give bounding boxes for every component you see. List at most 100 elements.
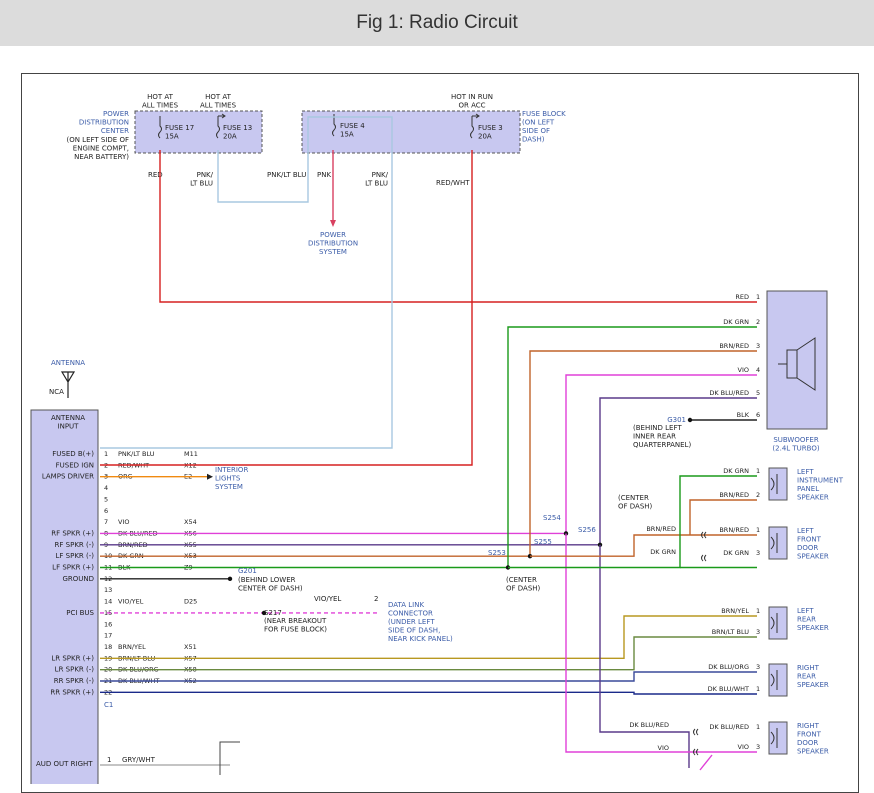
nca-label: NCA [49, 388, 64, 396]
subwoofer-wire-label: BRN/RED [719, 342, 749, 350]
subwoofer-wire-label: BLK [737, 411, 750, 419]
g301-location: QUARTERPANEL) [633, 441, 691, 449]
left_front-speaker-label: DOOR [797, 544, 818, 552]
right_front-speaker-label: SPEAKER [797, 748, 829, 756]
left_ip-speaker-label: LEFT [797, 468, 814, 476]
s253-label: S253 [488, 549, 506, 557]
s217-label: S217 [264, 609, 282, 617]
right_front-speaker-label: RIGHT [797, 722, 820, 730]
radio-circuit-code: M11 [184, 450, 198, 458]
left_ip-pin-2: 2 [756, 491, 760, 499]
radio-pin-number: 17 [104, 632, 112, 640]
hot-label: ALL TIMES [200, 102, 237, 110]
g201-label: G201 [238, 567, 257, 575]
fuse-13-label: 20A [223, 133, 237, 141]
dk-blu-wht-wire [100, 691, 757, 695]
subwoofer-wire-label: VIO [738, 366, 749, 374]
dk-blu-red-wire [100, 397, 757, 546]
left_ip-wire-2: BRN/RED [719, 491, 749, 499]
fuse-block-label: DASH) [522, 136, 545, 144]
lf-inner-label: DK GRN [650, 548, 676, 556]
left_ip-pin-1: 1 [756, 467, 760, 475]
right_rear-pin-2: 1 [756, 685, 760, 693]
left_rear-speaker-label: SPEAKER [797, 624, 829, 632]
dlc-label: SIDE OF DASH, [388, 627, 440, 635]
center-dash-label: OF DASH) [506, 585, 541, 593]
g301-label: G301 [667, 416, 686, 424]
radio-header: INPUT [58, 423, 80, 431]
wire-label: LT BLU [365, 180, 388, 188]
connector-icon [693, 728, 699, 736]
rf-inner-label: DK BLU/RED [629, 721, 669, 729]
radio-circuit-code: X51 [184, 643, 197, 651]
radio-pin-label: FUSED B(+) [52, 450, 94, 458]
subwoofer-label: (2.4L TURBO) [772, 445, 819, 453]
right_rear-wire-1: DK BLU/ORG [708, 663, 749, 671]
radio-header: ANTENNA [51, 414, 85, 422]
s256-label: S256 [578, 526, 596, 534]
pnk-lt-blu-wire [100, 116, 393, 449]
dlc-label: (UNDER LEFT [388, 618, 435, 626]
fuse-block-label: (ON LEFT [522, 119, 555, 127]
right_front-wire-2: VIO [738, 743, 749, 751]
dlc-pin: 2 [374, 595, 378, 603]
hot-run-label: HOT IN RUN [451, 93, 493, 101]
wire-label: PNK [317, 171, 331, 179]
left_front-speaker-box [768, 526, 788, 560]
aud-out-label: AUD OUT RIGHT [36, 760, 93, 768]
s217-location: (NEAR BREAKOUT [264, 617, 327, 625]
pdc-label: POWER [103, 110, 129, 118]
subwoofer-wire-label: DK GRN [723, 318, 749, 326]
fuse-block-label: FUSE BLOCK [522, 110, 566, 118]
pdc-location: ENGINE COMPT, [73, 145, 129, 153]
wire-label: LT BLU [190, 180, 213, 188]
g301-dot [687, 417, 693, 423]
fuse-13-label: FUSE 13 [223, 124, 252, 132]
left_front-speaker-label: LEFT [797, 527, 814, 535]
lf-inner-label: BRN/RED [646, 525, 676, 533]
ground-dot [227, 576, 233, 582]
right_front-speaker-label: DOOR [797, 739, 818, 747]
hot-label: ALL TIMES [142, 102, 179, 110]
subwoofer-pin: 5 [756, 389, 760, 397]
pdc-ref-label: SYSTEM [319, 248, 347, 256]
dk-blu-red-branch [599, 544, 690, 768]
fuse-3-label: FUSE 3 [478, 124, 503, 132]
interior-lights-label: SYSTEM [215, 483, 243, 491]
right_front-pin-1: 1 [756, 723, 760, 731]
s217-location: FOR FUSE BLOCK) [264, 626, 327, 634]
arrow-icon [207, 473, 213, 480]
fuse-17-label: FUSE 17 [165, 124, 194, 132]
left_front-wire-1: BRN/RED [719, 526, 749, 534]
pdc-label: DISTRIBUTION [79, 119, 129, 127]
vio-tail [699, 754, 713, 771]
subwoofer-pin: 3 [756, 342, 760, 350]
radio-pin-number: 7 [104, 518, 108, 526]
radio-pin-label: LR SPKR (-) [55, 666, 95, 674]
right_front-speaker-label: FRONT [797, 731, 822, 739]
vio-branch [565, 533, 757, 753]
left_front-pin-2: 3 [756, 549, 760, 557]
connector-label: C1 [104, 701, 113, 709]
s254-label: S254 [543, 514, 561, 522]
radio-pin-number: 16 [104, 620, 112, 628]
subwoofer-pin: 1 [756, 293, 760, 301]
aud-bracket [219, 741, 240, 775]
pdc-location: NEAR BATTERY) [74, 153, 129, 161]
radio-pin-number: 1 [104, 450, 108, 458]
fuse-3-label: 20A [478, 133, 492, 141]
radio-pin-label: LAMPS DRIVER [42, 473, 94, 481]
pdc-label: CENTER [101, 127, 129, 135]
radio-pin-label: RF SPKR (+) [51, 529, 94, 537]
radio-pin-label: LF SPKR (+) [52, 564, 94, 572]
wire-label: PNK/LT BLU [267, 171, 306, 179]
left_ip-speaker-label: SPEAKER [797, 494, 829, 502]
fuse-17-label: 15A [165, 133, 179, 141]
radio-pin-label: RR SPKR (+) [50, 688, 94, 696]
aud-pin: 1 [107, 756, 111, 764]
subwoofer-pin: 2 [756, 318, 760, 326]
right_front-wire-1: DK BLU/RED [709, 723, 749, 731]
g301-location: INNER REAR [633, 433, 676, 441]
g201-location: CENTER OF DASH) [238, 585, 303, 593]
connector-icon [701, 554, 707, 562]
